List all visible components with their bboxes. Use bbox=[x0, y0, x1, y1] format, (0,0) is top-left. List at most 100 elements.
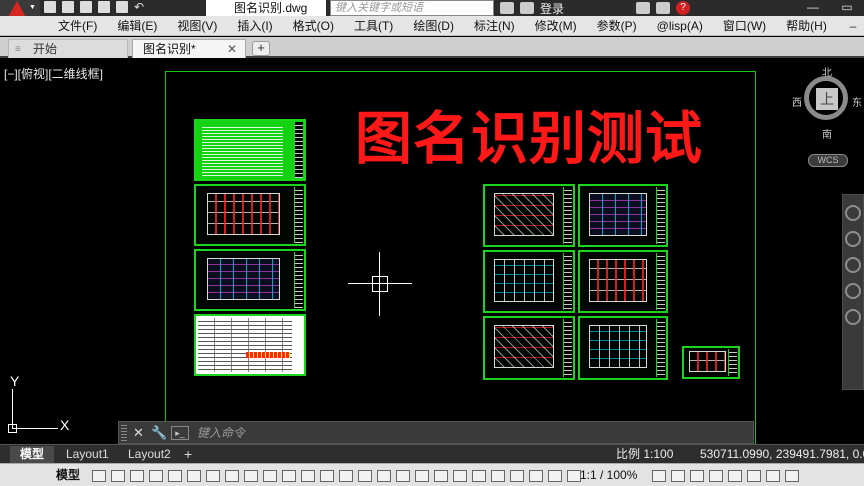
selection-filter-icon[interactable] bbox=[320, 470, 334, 482]
print-icon[interactable] bbox=[116, 1, 128, 13]
clean-screen-icon[interactable] bbox=[548, 470, 562, 482]
annotation-visibility-icon[interactable] bbox=[358, 470, 372, 482]
3d-osnap-icon[interactable] bbox=[282, 470, 296, 482]
drawing-sheet[interactable] bbox=[483, 250, 575, 313]
dynamic-ucs-icon[interactable] bbox=[301, 470, 315, 482]
isolate-icon[interactable] bbox=[766, 470, 780, 482]
new-tab-button[interactable]: + bbox=[252, 41, 270, 56]
help-icon[interactable]: ? bbox=[676, 1, 691, 15]
object-snap-icon[interactable] bbox=[206, 470, 220, 482]
tab-layout1[interactable]: Layout1 bbox=[56, 446, 119, 463]
drawing-sheet[interactable] bbox=[483, 316, 575, 380]
drawing-sheet[interactable] bbox=[194, 249, 306, 311]
compass-north[interactable]: 北 bbox=[822, 64, 832, 79]
plus-icon[interactable] bbox=[671, 470, 685, 482]
viewcube-top-face[interactable]: 上 bbox=[816, 88, 838, 110]
drawing-sheet-notes[interactable] bbox=[194, 119, 306, 181]
minimize-button[interactable]: — bbox=[796, 0, 830, 16]
customization-icon[interactable] bbox=[567, 470, 581, 482]
quick-properties-icon[interactable] bbox=[472, 470, 486, 482]
login-button[interactable]: 登录 bbox=[540, 0, 564, 16]
zoom-scale[interactable]: 1:1 / 100% bbox=[580, 467, 637, 483]
a360-icon[interactable] bbox=[656, 2, 671, 14]
drawing-sheet-table[interactable] bbox=[194, 314, 306, 376]
drawing-canvas[interactable]: [−][俯视][二维线框] 图名识别测试 Y X 上 北 南 西 东 WCS ✕… bbox=[0, 60, 864, 444]
object-snap-tracking-icon[interactable] bbox=[187, 470, 201, 482]
viewcube[interactable]: 上 北 南 西 东 bbox=[792, 64, 864, 144]
polar-icon[interactable] bbox=[149, 470, 163, 482]
save-icon[interactable] bbox=[80, 1, 92, 13]
workspace-switch-icon[interactable] bbox=[709, 470, 723, 482]
settings-icon[interactable] bbox=[652, 470, 666, 482]
isolate-objects-icon[interactable] bbox=[510, 470, 524, 482]
drawing-sheet[interactable] bbox=[483, 184, 575, 247]
annotation-scale-icon[interactable] bbox=[396, 470, 410, 482]
lock-ui-icon[interactable] bbox=[491, 470, 505, 482]
menu-window[interactable]: 窗口(W) bbox=[713, 16, 776, 36]
performance-icon[interactable] bbox=[728, 470, 742, 482]
snap-icon[interactable] bbox=[111, 470, 125, 482]
application-menu-button[interactable]: ▼ bbox=[0, 0, 40, 16]
ortho-icon[interactable] bbox=[130, 470, 144, 482]
auto-scale-icon[interactable] bbox=[377, 470, 391, 482]
annotative-icon[interactable] bbox=[690, 470, 704, 482]
tab-model[interactable]: 模型 bbox=[10, 446, 55, 463]
new-file-icon[interactable] bbox=[44, 1, 56, 13]
selection-cycling-icon[interactable] bbox=[263, 470, 277, 482]
annotation-monitor-icon[interactable] bbox=[434, 470, 448, 482]
lock-icon[interactable] bbox=[747, 470, 761, 482]
hardware-acceleration-icon[interactable] bbox=[529, 470, 543, 482]
pan-icon[interactable] bbox=[845, 231, 861, 247]
tab-start[interactable]: 开始 bbox=[8, 39, 128, 59]
close-icon[interactable]: ✕ bbox=[133, 425, 144, 441]
drawing-sheet-small[interactable] bbox=[682, 346, 740, 379]
compass-east[interactable]: 东 bbox=[852, 94, 862, 109]
search-input[interactable]: 键入关键字或短语 bbox=[330, 0, 494, 16]
menu-edit[interactable]: 编辑(E) bbox=[107, 16, 167, 36]
menu-lisp[interactable]: @lisp(A) bbox=[647, 16, 713, 36]
compass-west[interactable]: 西 bbox=[792, 94, 802, 109]
drag-handle[interactable] bbox=[121, 425, 127, 441]
orbit-icon[interactable] bbox=[845, 283, 861, 299]
transparency-icon[interactable] bbox=[244, 470, 258, 482]
save-as-icon[interactable] bbox=[98, 1, 110, 13]
drawing-sheet[interactable] bbox=[194, 184, 306, 246]
menu-insert[interactable]: 插入(I) bbox=[227, 16, 282, 36]
wrench-icon[interactable]: 🔧 bbox=[151, 425, 167, 441]
command-prompt-icon[interactable]: ▸_ bbox=[171, 426, 189, 440]
ucs-icon[interactable]: Y X bbox=[8, 373, 78, 433]
menu-parametric[interactable]: 参数(P) bbox=[587, 16, 647, 36]
menu-dimension[interactable]: 标注(N) bbox=[464, 16, 525, 36]
menu-format[interactable]: 格式(O) bbox=[283, 16, 344, 36]
undo-icon[interactable]: ↶ bbox=[134, 1, 146, 13]
menu-view[interactable]: 视图(V) bbox=[167, 16, 227, 36]
drawing-sheet[interactable] bbox=[578, 316, 668, 380]
menu-file[interactable]: 文件(F) bbox=[48, 16, 107, 36]
drawing-sheet[interactable] bbox=[578, 250, 668, 313]
grid-icon[interactable] bbox=[92, 470, 106, 482]
add-layout-button[interactable]: + bbox=[184, 447, 192, 461]
drawing-sheet[interactable] bbox=[578, 184, 668, 247]
gizmo-icon[interactable] bbox=[339, 470, 353, 482]
menu-help[interactable]: 帮助(H) bbox=[776, 16, 837, 36]
compass-south[interactable]: 南 bbox=[822, 126, 832, 141]
maximize-button[interactable]: ▭ bbox=[830, 0, 864, 16]
open-file-icon[interactable] bbox=[62, 1, 74, 13]
isodraft-icon[interactable] bbox=[168, 470, 182, 482]
lineweight-icon[interactable] bbox=[225, 470, 239, 482]
menu-draw[interactable]: 绘图(D) bbox=[403, 16, 464, 36]
command-input[interactable] bbox=[197, 423, 747, 442]
units-icon[interactable] bbox=[453, 470, 467, 482]
tab-active-drawing[interactable]: 图名识别* ✕ bbox=[132, 39, 246, 58]
binoculars-icon[interactable] bbox=[500, 2, 514, 14]
viewport-controls[interactable]: [−][俯视][二维线框] bbox=[4, 65, 103, 82]
menu-tools[interactable]: 工具(T) bbox=[344, 16, 403, 36]
tab-layout2[interactable]: Layout2 bbox=[118, 446, 181, 463]
wcs-menu-button[interactable]: WCS bbox=[808, 154, 848, 167]
menu-modify[interactable]: 修改(M) bbox=[525, 16, 587, 36]
menu-icon[interactable] bbox=[785, 470, 799, 482]
close-icon[interactable]: ✕ bbox=[227, 40, 237, 59]
steering-wheel-icon[interactable] bbox=[845, 205, 861, 221]
annotation-scale[interactable]: 比例 1:100 bbox=[616, 446, 673, 463]
exchange-icon[interactable] bbox=[636, 2, 651, 14]
